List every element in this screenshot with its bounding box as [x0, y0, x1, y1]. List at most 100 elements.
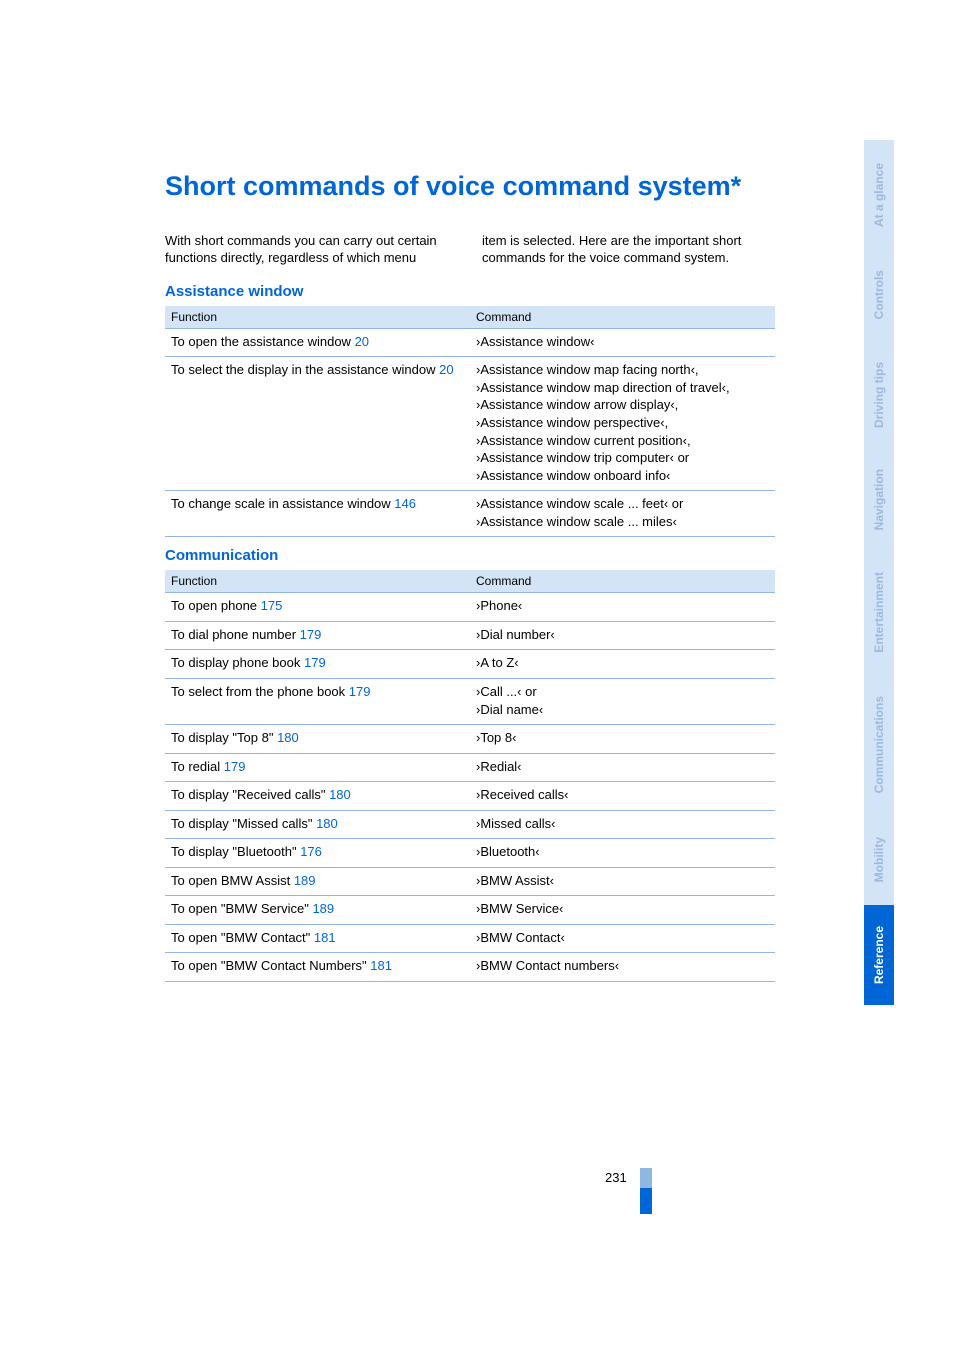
sidebar-tab-reference[interactable]: Reference [864, 905, 894, 1005]
page-content: Short commands of voice command system* … [165, 170, 775, 982]
section-heading-communication: Communication [165, 547, 775, 564]
page-reference-link[interactable]: 189 [294, 873, 316, 888]
page-reference-link[interactable]: 175 [261, 598, 283, 613]
cell-command: ›Assistance window‹ [470, 328, 775, 357]
page-reference-link[interactable]: 180 [316, 816, 338, 831]
page-reference-link[interactable]: 20 [355, 334, 369, 349]
sidebar-tab-label: Reference [872, 926, 886, 984]
function-text: To display "Bluetooth" [171, 844, 300, 859]
function-text: To dial phone number [171, 627, 300, 642]
page-reference-link[interactable]: 181 [314, 930, 336, 945]
cell-command: ›Dial number‹ [470, 621, 775, 650]
page-reference-link[interactable]: 180 [329, 787, 351, 802]
cell-command: ›Assistance window scale ... feet‹ or›As… [470, 491, 775, 537]
cell-function: To select from the phone book 179 [165, 678, 470, 724]
cell-command: ›BMW Contact numbers‹ [470, 953, 775, 982]
function-text: To open "BMW Contact" [171, 930, 314, 945]
thumb-index-mark [640, 1168, 652, 1214]
page-title: Short commands of voice command system* [165, 170, 775, 204]
table-row: To change scale in assistance window 146… [165, 491, 775, 537]
function-text: To redial [171, 759, 224, 774]
table-body: To open phone 175›Phone‹To dial phone nu… [165, 593, 775, 982]
page-reference-link[interactable]: 146 [394, 496, 416, 511]
page-reference-link[interactable]: 179 [349, 684, 371, 699]
function-text: To display phone book [171, 655, 304, 670]
col-header-function: Function [165, 570, 470, 593]
cell-command: ›Top 8‹ [470, 725, 775, 754]
function-text: To display "Missed calls" [171, 816, 316, 831]
cell-function: To change scale in assistance window 146 [165, 491, 470, 537]
table-row: To display "Received calls" 180›Received… [165, 782, 775, 811]
sidebar-tab-label: At a glance [872, 163, 886, 227]
table-row: To open "BMW Contact" 181›BMW Contact‹ [165, 924, 775, 953]
page-reference-link[interactable]: 181 [370, 958, 392, 973]
cell-command: ›A to Z‹ [470, 650, 775, 679]
sidebar-tab-label: Driving tips [872, 362, 886, 428]
intro-text: With short commands you can carry out ce… [165, 232, 775, 267]
function-text: To open phone [171, 598, 261, 613]
table-row: To open the assistance window 20›Assista… [165, 328, 775, 357]
table-row: To display "Top 8" 180›Top 8‹ [165, 725, 775, 754]
table-communication: Function Command To open phone 175›Phone… [165, 570, 775, 982]
sidebar-tab-label: Entertainment [872, 572, 886, 653]
table-header-row: Function Command [165, 570, 775, 593]
cell-function: To redial 179 [165, 753, 470, 782]
cell-function: To display "Top 8" 180 [165, 725, 470, 754]
page-reference-link[interactable]: 179 [304, 655, 326, 670]
table-row: To dial phone number 179 ›Dial number‹ [165, 621, 775, 650]
function-text: To display "Received calls" [171, 787, 329, 802]
table-row: To display "Missed calls" 180 ›Missed cal… [165, 810, 775, 839]
page-number: 231 [605, 1170, 627, 1185]
sidebar-tab-label: Mobility [872, 837, 886, 882]
cell-function: To open "BMW Contact" 181 [165, 924, 470, 953]
cell-function: To display phone book 179 [165, 650, 470, 679]
sidebar-tab-navigation[interactable]: Navigation [864, 450, 894, 550]
function-text: To open "BMW Contact Numbers" [171, 958, 370, 973]
page-reference-link[interactable]: 180 [277, 730, 299, 745]
cell-command: ›Missed calls‹ [470, 810, 775, 839]
cell-command: ›Assistance window map facing north‹,›As… [470, 357, 775, 491]
table-row: To display "Bluetooth" 176›Bluetooth‹ [165, 839, 775, 868]
table-body: To open the assistance window 20›Assista… [165, 328, 775, 536]
cell-function: To open "BMW Contact Numbers" 181 [165, 953, 470, 982]
page-reference-link[interactable]: 176 [300, 844, 322, 859]
sidebar-tab-controls[interactable]: Controls [864, 250, 894, 340]
cell-function: To open "BMW Service" 189 [165, 896, 470, 925]
cell-command: ›Call ...‹ or›Dial name‹ [470, 678, 775, 724]
function-text: To open "BMW Service" [171, 901, 312, 916]
table-row: To select the display in the assistance … [165, 357, 775, 491]
sidebar-tab-mobility[interactable]: Mobility [864, 815, 894, 905]
page-reference-link[interactable]: 179 [300, 627, 322, 642]
function-text: To select from the phone book [171, 684, 349, 699]
cell-command: ›Redial‹ [470, 753, 775, 782]
page-reference-link[interactable]: 179 [224, 759, 246, 774]
table-row: To display phone book 179›A to Z‹ [165, 650, 775, 679]
sidebar-tab-label: Navigation [872, 469, 886, 530]
cell-command: ›Bluetooth‹ [470, 839, 775, 868]
table-row: To redial 179›Redial‹ [165, 753, 775, 782]
sidebar-tab-entertainment[interactable]: Entertainment [864, 550, 894, 675]
section-heading-assistance: Assistance window [165, 283, 775, 300]
sidebar-tab-at-a-glance[interactable]: At a glance [864, 140, 894, 250]
cell-command: ›Phone‹ [470, 593, 775, 622]
cell-function: To open BMW Assist 189 [165, 867, 470, 896]
intro-right: item is selected. Here are the important… [482, 232, 775, 267]
cell-function: To display "Bluetooth" 176 [165, 839, 470, 868]
table-row: To open "BMW Service" 189›BMW Service‹ [165, 896, 775, 925]
sidebar-tab-driving-tips[interactable]: Driving tips [864, 340, 894, 450]
page-reference-link[interactable]: 20 [439, 362, 453, 377]
sidebar-tab-communications[interactable]: Communications [864, 675, 894, 815]
table-row: To select from the phone book 179›Call .… [165, 678, 775, 724]
table-row: To open "BMW Contact Numbers" 181›BMW Co… [165, 953, 775, 982]
cell-function: To display "Received calls" 180 [165, 782, 470, 811]
table-row: To open BMW Assist 189›BMW Assist‹ [165, 867, 775, 896]
function-text: To display "Top 8" [171, 730, 277, 745]
sidebar-tabs: At a glance Controls Driving tips Navigatio… [864, 140, 894, 1005]
function-text: To select the display in the assistance … [171, 362, 439, 377]
sidebar-tab-label: Controls [872, 270, 886, 319]
cell-function: To open phone 175 [165, 593, 470, 622]
cell-function: To open the assistance window 20 [165, 328, 470, 357]
function-text: To change scale in assistance window [171, 496, 394, 511]
page-reference-link[interactable]: 189 [312, 901, 334, 916]
intro-left: With short commands you can carry out ce… [165, 232, 458, 267]
